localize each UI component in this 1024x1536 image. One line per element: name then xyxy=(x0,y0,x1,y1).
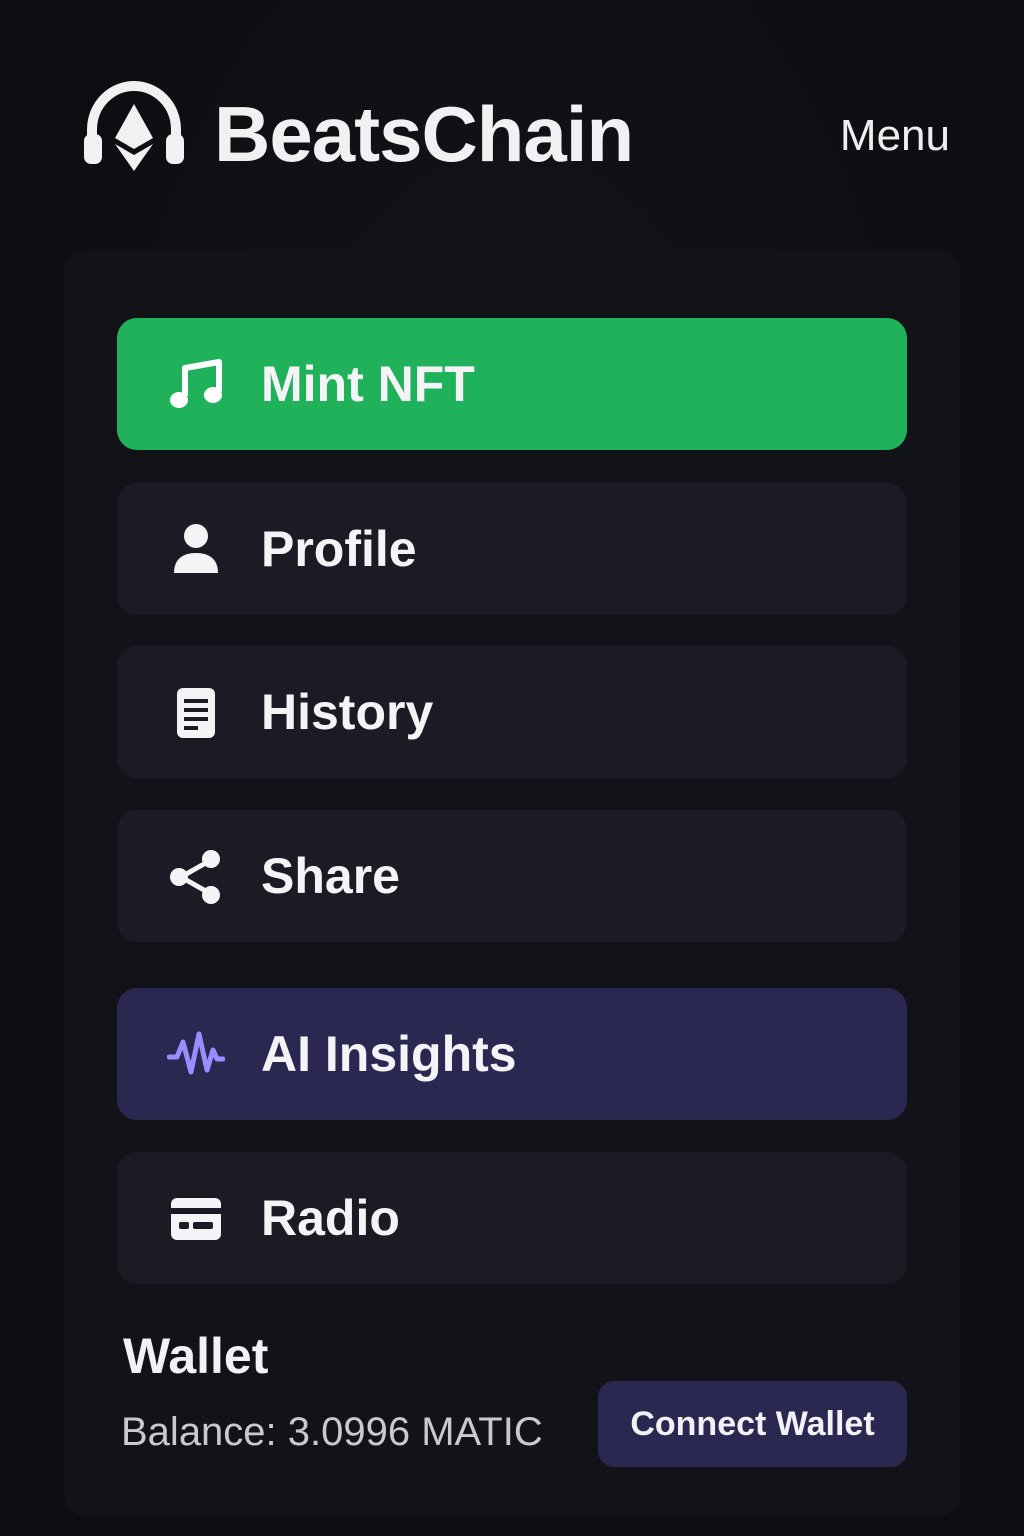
document-icon xyxy=(177,688,215,738)
mint-nft-button[interactable]: Mint NFT xyxy=(117,318,907,450)
music-note-icon xyxy=(170,359,222,408)
share-button[interactable]: Share xyxy=(117,810,907,942)
share-icon xyxy=(170,850,220,904)
user-icon xyxy=(174,524,218,573)
history-button[interactable]: History xyxy=(117,646,907,778)
ai-insights-button[interactable]: AI Insights xyxy=(117,988,907,1120)
menu-button[interactable]: Menu xyxy=(810,108,950,164)
nav-item-label: Radio xyxy=(261,1190,400,1246)
wallet-heading: Wallet xyxy=(123,1328,269,1384)
nav-item-label: History xyxy=(261,684,434,740)
nav-item-label: Share xyxy=(261,848,400,904)
app-title: BeatsChain xyxy=(214,90,634,178)
nav-item-label: Mint NFT xyxy=(261,356,475,412)
radio-button[interactable]: Radio xyxy=(117,1152,907,1284)
connect-wallet-button[interactable]: Connect Wallet xyxy=(598,1381,907,1467)
nav-item-label: AI Insights xyxy=(261,1026,517,1082)
nav-panel: Mint NFT Profile History Share AI Insigh… xyxy=(64,250,960,1516)
app-header: BeatsChain Menu xyxy=(0,0,1024,250)
card-icon xyxy=(171,1198,221,1240)
nav-item-label: Profile xyxy=(261,521,417,577)
headphones-ethereum-icon xyxy=(84,80,184,171)
profile-button[interactable]: Profile xyxy=(117,483,907,615)
wallet-balance: Balance: 3.0996 MATIC xyxy=(121,1410,543,1454)
app-screen: BeatsChain Menu Mint NFT Profile History… xyxy=(0,0,1024,1536)
waveform-icon xyxy=(167,1031,225,1075)
